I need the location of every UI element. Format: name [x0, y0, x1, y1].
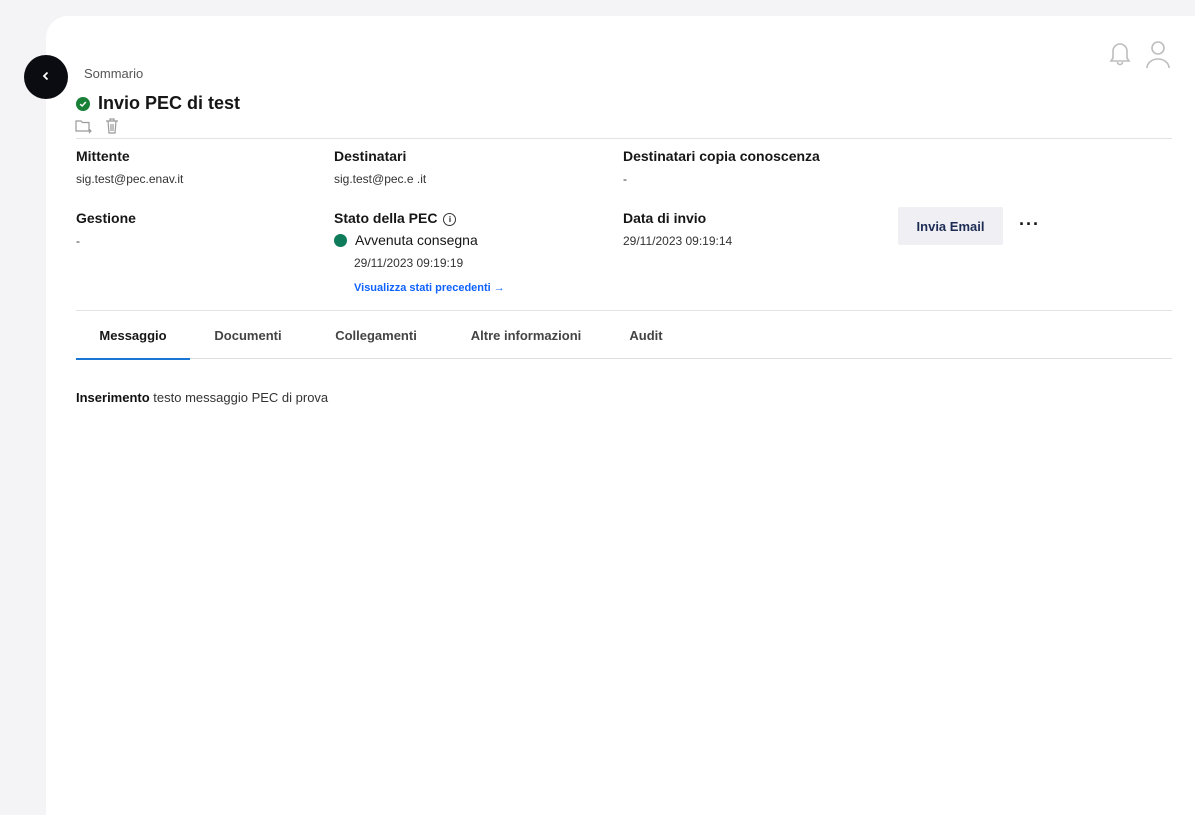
previous-states-link[interactable]: Visualizza stati precedenti → [354, 282, 505, 294]
send-date-field: Data di invio 29/11/2023 09:19:14 [623, 210, 732, 248]
toolbar [75, 118, 119, 139]
management-label: Gestione [76, 210, 136, 226]
send-email-button[interactable]: Invia Email [898, 207, 1003, 245]
bell-icon[interactable] [1109, 40, 1131, 70]
page-title: Invio PEC di test [98, 93, 241, 113]
tab-messaggio[interactable]: Messaggio [76, 322, 190, 360]
status-dot [334, 233, 347, 247]
divider [76, 310, 1172, 311]
pec-status-label: Stato della PEC [334, 210, 438, 226]
message-strong: Inserimento [76, 390, 150, 405]
cc-label: Destinatari copia conoscenza [623, 148, 820, 164]
info-icon[interactable]: i [443, 212, 457, 226]
breadcrumb[interactable]: Sommario [84, 66, 143, 81]
recipients-value: sig.test@pec.e .it [334, 172, 427, 186]
page-title-row: Invio PEC di test [76, 93, 240, 114]
cc-value: - [623, 172, 627, 186]
tab-collegamenti[interactable]: Collegamenti [306, 322, 446, 358]
pec-status-label-row: Stato della PEC i [334, 210, 505, 226]
more-options-button[interactable]: ··· [1019, 214, 1040, 235]
tab-audit[interactable]: Audit [606, 322, 686, 358]
sender-label: Mittente [76, 148, 130, 164]
pec-status-field: Stato della PEC i Avvenuta consegna 29/11… [334, 210, 505, 294]
back-chevron-icon [41, 68, 51, 86]
recipients-label: Destinatari [334, 148, 407, 164]
management-field: Gestione - [76, 210, 136, 248]
send-date-value: 29/11/2023 09:19:14 [623, 234, 733, 248]
divider [76, 138, 1172, 139]
message-body: Inserimento testo messaggio PEC di prova [76, 390, 328, 405]
pec-state-row: Avvenuta consegna [334, 232, 505, 248]
folder-move-icon[interactable] [75, 118, 93, 139]
management-value: - [76, 234, 80, 248]
recipients-field: Destinatari sig.test@pec.e .it [334, 148, 426, 186]
pec-state-date: 29/11/2023 09:19:19 [354, 256, 464, 270]
tab-documenti[interactable]: Documenti [190, 322, 306, 358]
content-panel [46, 16, 1195, 815]
trash-icon[interactable] [105, 118, 119, 139]
message-text: testo messaggio PEC di prova [149, 390, 329, 405]
sender-field: Mittente sig.test@pec.enav.it [76, 148, 183, 186]
sender-value: sig.test@pec.enav.it [76, 172, 184, 186]
top-actions [1109, 40, 1171, 70]
tab-altre-informazioni[interactable]: Altre informazioni [446, 322, 606, 358]
back-button[interactable] [24, 55, 68, 99]
check-circle-icon [76, 96, 90, 111]
tab-bar: Messaggio Documenti Collegamenti Altre i… [76, 322, 1172, 360]
cc-field: Destinatari copia conoscenza - [623, 148, 820, 186]
pec-state: Avvenuta consegna [355, 232, 478, 248]
send-date-label: Data di invio [623, 210, 707, 226]
user-icon[interactable] [1145, 40, 1171, 70]
